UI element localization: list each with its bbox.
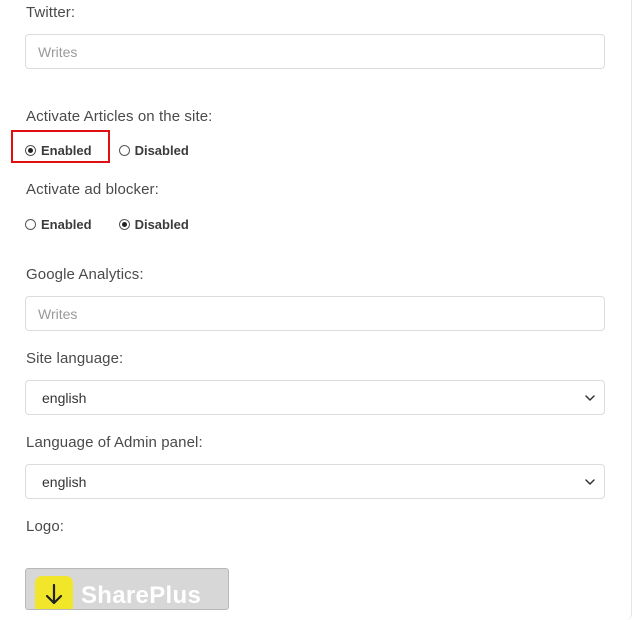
site-language-label: Site language: (26, 350, 124, 367)
logo-label: Logo: (26, 518, 65, 535)
logo-preview[interactable]: SharePlus (25, 568, 229, 610)
articles-disabled-label: Disabled (134, 143, 189, 158)
radio-unchecked-icon[interactable] (118, 145, 130, 156)
articles-disabled-radio[interactable]: Disabled (118, 143, 189, 158)
radio-unchecked-icon[interactable] (25, 219, 36, 230)
ad-blocker-disabled-radio[interactable]: Disabled (118, 217, 189, 232)
site-language-value: english (42, 389, 87, 406)
logo-image-text: SharePlus (81, 582, 202, 609)
admin-language-value: english (42, 473, 87, 490)
ad-blocker-enabled-radio[interactable]: Enabled (25, 217, 92, 232)
logo-app-icon (35, 576, 73, 609)
admin-language-select[interactable]: english (25, 464, 605, 499)
ad-blocker-enabled-label: Enabled (41, 217, 92, 232)
google-analytics-input[interactable] (25, 296, 605, 331)
ad-blocker-disabled-label: Disabled (134, 217, 189, 232)
twitter-label: Twitter: (26, 4, 76, 21)
download-arrow-icon (45, 583, 63, 605)
twitter-input[interactable] (25, 34, 605, 69)
chevron-down-icon (585, 479, 595, 485)
ad-blocker-label: Activate ad blocker: (26, 181, 159, 198)
google-analytics-label: Google Analytics: (26, 266, 144, 283)
highlight-box (11, 130, 110, 163)
admin-language-label: Language of Admin panel: (26, 434, 203, 451)
ad-blocker-radio-group: Enabled Disabled (25, 217, 189, 232)
chevron-down-icon (585, 395, 595, 401)
articles-label: Activate Articles on the site: (26, 108, 213, 125)
site-language-select[interactable]: english (25, 380, 605, 415)
radio-checked-icon[interactable] (118, 219, 130, 230)
